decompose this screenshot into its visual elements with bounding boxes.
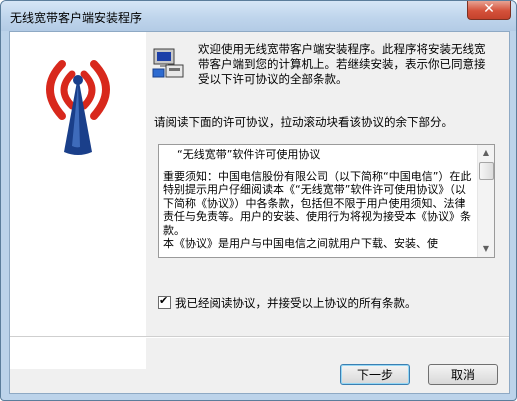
close-button[interactable]: ✕ xyxy=(467,1,511,20)
window-title: 无线宽带客户端安装程序 xyxy=(10,11,143,25)
client-area: 欢迎使用无线宽带客户端安装程序。此程序将安装无线宽带客户端到您的计算机上。若继续… xyxy=(9,31,510,394)
installer-window: 无线宽带客户端安装程序 ✕ 欢迎使用无线宽带客户端安装程序。此程序将安装无线宽带… xyxy=(0,0,517,401)
check-icon: ✔ xyxy=(159,294,169,307)
side-banner xyxy=(10,32,146,369)
wireless-tower-logo xyxy=(46,60,110,155)
scroll-down-icon[interactable]: ▼ xyxy=(478,241,494,257)
next-button[interactable]: 下一步 xyxy=(340,364,410,385)
license-scrollbar[interactable]: ▲ ▼ xyxy=(477,145,494,257)
license-content: “无线宽带”软件许可使用协议 重要须知：中国电信股份有限公司（以下简称“中国电信… xyxy=(163,148,473,251)
agree-label: 我已经阅读协议，并接受以上协议的所有条款。 xyxy=(175,296,417,310)
divider xyxy=(10,336,509,338)
computer-install-icon xyxy=(152,48,184,78)
close-icon: ✕ xyxy=(483,1,495,17)
scroll-up-icon[interactable]: ▲ xyxy=(478,145,494,161)
instruction-text: 请阅读下面的许可协议，拉动滚动块看该协议的余下部分。 xyxy=(154,115,453,129)
agree-checkbox-row[interactable]: ✔ 我已经阅读协议，并接受以上协议的所有条款。 xyxy=(158,294,417,311)
scroll-thumb[interactable] xyxy=(479,162,494,180)
license-textbox[interactable]: “无线宽带”软件许可使用协议 重要须知：中国电信股份有限公司（以下简称“中国电信… xyxy=(158,144,495,258)
agree-checkbox[interactable]: ✔ xyxy=(158,294,171,309)
title-bar[interactable]: 无线宽带客户端安装程序 ✕ xyxy=(1,1,516,31)
welcome-text: 欢迎使用无线宽带客户端安装程序。此程序将安装无线宽带客户端到您的计算机上。若继续… xyxy=(198,42,486,86)
license-paragraph-1: 重要须知：中国电信股份有限公司（以下简称“中国电信”）在此特别提示用户仔细阅读本… xyxy=(163,169,472,237)
license-title: “无线宽带”软件许可使用协议 xyxy=(177,148,321,161)
cancel-button[interactable]: 取消 xyxy=(428,364,498,385)
license-paragraph-2: 本《协议》是用户与中国电信之间就用户下载、安装、使 xyxy=(163,237,438,250)
